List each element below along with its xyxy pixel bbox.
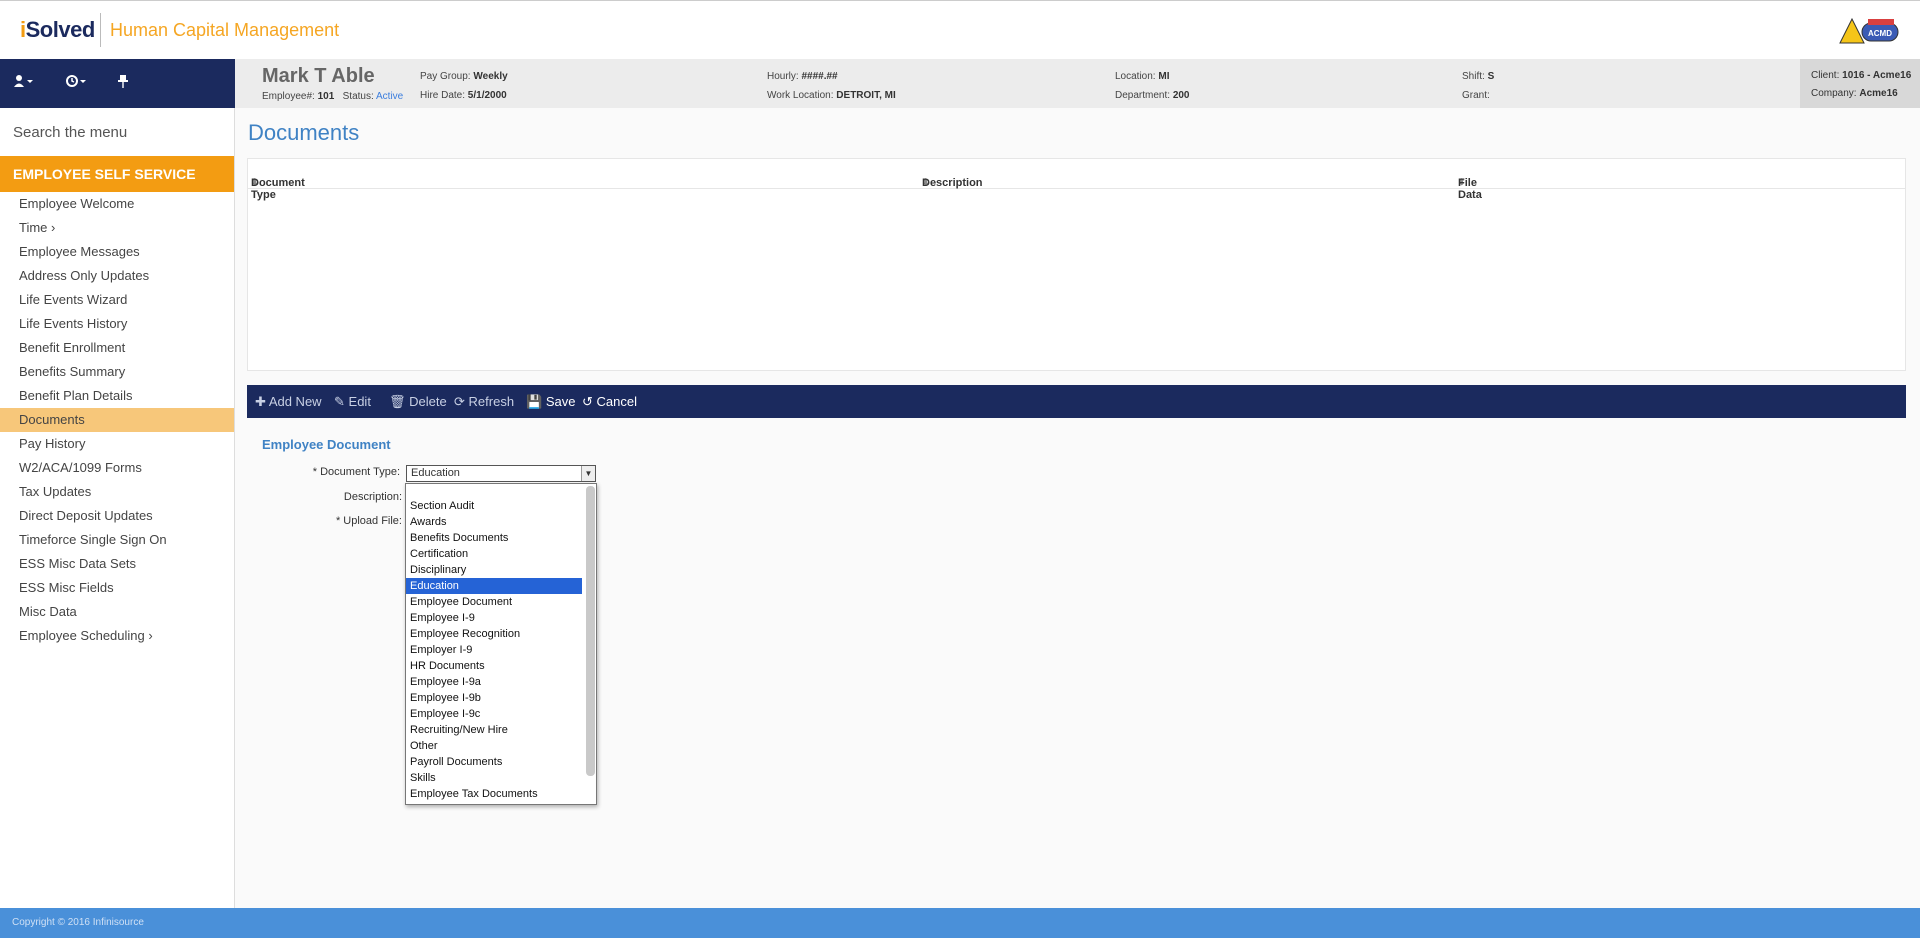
app-title: Human Capital Management (110, 20, 340, 40)
sidebar-item-timeforce-sso[interactable]: Timeforce Single Sign On (0, 528, 234, 552)
sidebar-item-benefit-plan-details[interactable]: Benefit Plan Details (0, 384, 234, 408)
refresh-icon: ⟳ (454, 394, 465, 409)
option-section-audit[interactable]: Section Audit (406, 498, 582, 514)
sidebar-item-employee-welcome[interactable]: Employee Welcome (0, 192, 234, 216)
status-badge: Active (376, 91, 404, 102)
option-disciplinary[interactable]: Disciplinary (406, 562, 582, 578)
document-type-select[interactable]: Education ▼ (406, 465, 596, 482)
svg-text:ACMD: ACMD (1868, 29, 1892, 38)
save-button[interactable]: 💾 Save (526, 394, 575, 410)
copyright-text: Copyright © 2016 Infinisource (12, 917, 144, 928)
menu-search-input[interactable]: Search the menu (13, 124, 127, 141)
option-hr-documents[interactable]: HR Documents (406, 658, 582, 674)
document-type-label: * Document Type: (312, 466, 400, 478)
cancel-button[interactable]: ↺ Cancel (582, 394, 637, 410)
option-education[interactable]: Education (406, 578, 582, 594)
edit-icon: ✎ (334, 394, 345, 409)
page-title: Documents (248, 120, 360, 145)
info-col-location: Location: MI Department: 200 (1115, 71, 1190, 101)
company-logo-icon: ACMD (1839, 17, 1899, 44)
description-label: Description: (343, 491, 402, 503)
document-type-dropdown[interactable]: Section Audit Awards Benefits Documents … (405, 483, 597, 805)
employee-sub-info: Employee#: 101 Status: Active (262, 91, 404, 102)
top-header: iSolved Human Capital Management ACMD (0, 0, 1920, 59)
trash-icon: 🗑 (389, 394, 406, 409)
option-payroll-documents[interactable]: Payroll Documents (406, 754, 582, 770)
sidebar-item-employee-scheduling[interactable]: Employee Scheduling › (0, 624, 234, 648)
info-col-hourly: Hourly: ####.## Work Location: DETROIT, … (767, 71, 896, 101)
delete-button[interactable]: 🗑 Delete (389, 394, 447, 410)
option-other[interactable]: Other (406, 738, 582, 754)
client-company-box: Client: 1016 - Acme16 Company: Acme16 (1800, 59, 1920, 108)
dropdown-scrollbar[interactable] (586, 486, 595, 776)
save-icon: 💾 (526, 394, 543, 409)
sidebar-menu: Employee Welcome Time › Employee Message… (0, 192, 234, 648)
documents-grid: ⬍ Document Type ⬍ Description ⬍ File Data (247, 158, 1906, 371)
logo-divider (100, 13, 101, 47)
option-employee-i9b[interactable]: Employee I-9b (406, 690, 582, 706)
option-awards[interactable]: Awards (406, 514, 582, 530)
option-employer-i9[interactable]: Employer I-9 (406, 642, 582, 658)
sidebar-item-benefit-enrollment[interactable]: Benefit Enrollment (0, 336, 234, 360)
sidebar-item-benefits-summary[interactable]: Benefits Summary (0, 360, 234, 384)
sidebar-item-w2-forms[interactable]: W2/ACA/1099 Forms (0, 456, 234, 480)
sidebar-item-ess-misc-fields[interactable]: ESS Misc Fields (0, 576, 234, 600)
grid-header: ⬍ Document Type ⬍ Description ⬍ File Data (248, 159, 1905, 201)
info-col-paygroup: Pay Group: Weekly Hire Date: 5/1/2000 (420, 71, 508, 101)
option-recruiting-new-hire[interactable]: Recruiting/New Hire (406, 722, 582, 738)
undo-icon: ↺ (582, 394, 593, 409)
option-benefits-documents[interactable]: Benefits Documents (406, 530, 582, 546)
user-menu-icon[interactable] (14, 74, 36, 91)
option-employee-tax-documents[interactable]: Employee Tax Documents (406, 786, 582, 802)
option-employee-i9c[interactable]: Employee I-9c (406, 706, 582, 722)
plus-icon: ✚ (255, 394, 266, 409)
option-employee-i9a[interactable]: Employee I-9a (406, 674, 582, 690)
sidebar-item-tax-updates[interactable]: Tax Updates (0, 480, 234, 504)
info-col-shift: Shift: S Grant: (1462, 71, 1495, 101)
history-clock-icon[interactable] (66, 74, 88, 91)
chevron-down-icon[interactable]: ▼ (581, 466, 595, 481)
upload-file-label: * Upload File: (335, 515, 402, 527)
footer: Copyright © 2016 Infinisource (0, 908, 1920, 938)
option-skills[interactable]: Skills (406, 770, 582, 786)
option-employee-recognition[interactable]: Employee Recognition (406, 626, 582, 642)
employee-info-bar: Mark T Able Employee#: 101 Status: Activ… (235, 59, 1800, 108)
isolved-logo[interactable]: iSolved (20, 17, 95, 43)
option-certification[interactable]: Certification (406, 546, 582, 562)
sidebar-item-address-only-updates[interactable]: Address Only Updates (0, 264, 234, 288)
form-title: Employee Document (262, 437, 391, 452)
sidebar-item-documents[interactable]: Documents (0, 408, 234, 432)
sidebar-item-direct-deposit[interactable]: Direct Deposit Updates (0, 504, 234, 528)
sidebar-item-time[interactable]: Time › (0, 216, 234, 240)
sidebar-section-ess[interactable]: EMPLOYEE SELF SERVICE (0, 156, 234, 192)
sidebar-item-misc-data[interactable]: Misc Data (0, 600, 234, 624)
action-toolbar: ✚ Add New ✎ Edit 🗑 Delete ⟳ Refresh 💾 Sa… (247, 385, 1906, 418)
sidebar-item-ess-misc-data-sets[interactable]: ESS Misc Data Sets (0, 552, 234, 576)
sidebar-toolbar (0, 59, 235, 108)
sidebar-item-pay-history[interactable]: Pay History (0, 432, 234, 456)
sidebar-item-life-events-history[interactable]: Life Events History (0, 312, 234, 336)
sidebar: Search the menu EMPLOYEE SELF SERVICE Em… (0, 108, 235, 908)
add-new-button[interactable]: ✚ Add New (255, 394, 322, 410)
pin-icon[interactable] (117, 74, 129, 91)
option-employee-document[interactable]: Employee Document (406, 594, 582, 610)
sidebar-item-employee-messages[interactable]: Employee Messages (0, 240, 234, 264)
option-employee-i9[interactable]: Employee I-9 (406, 610, 582, 626)
sidebar-item-life-events-wizard[interactable]: Life Events Wizard (0, 288, 234, 312)
employee-name[interactable]: Mark T Able (262, 65, 375, 88)
refresh-button[interactable]: ⟳ Refresh (454, 394, 514, 410)
edit-button[interactable]: ✎ Edit (334, 394, 371, 410)
